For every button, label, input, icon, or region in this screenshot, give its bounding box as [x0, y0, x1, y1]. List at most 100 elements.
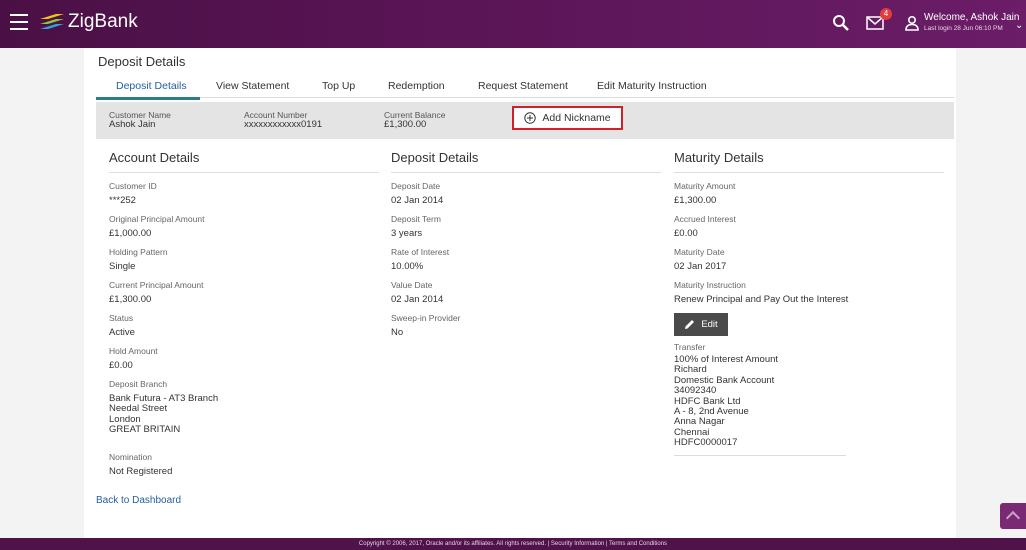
field-label: Maturity Amount: [674, 181, 736, 191]
field-label: Deposit Branch: [109, 379, 168, 389]
tab-edit-maturity-instruction[interactable]: Edit Maturity Instruction: [597, 80, 707, 92]
field-accrued-interest: Accrued Interest £0.00: [674, 214, 944, 240]
field-customer-id: Customer ID ***252: [109, 181, 379, 207]
address-line: Needal Street: [109, 403, 168, 415]
field-label: Original Principal Amount: [109, 214, 205, 224]
account-details-title: Account Details: [109, 150, 379, 173]
field-value: £1,300.00: [109, 294, 152, 305]
field-label: Rate of Interest: [391, 247, 450, 257]
field-value-date: Value Date 02 Jan 2014: [391, 280, 661, 306]
deposit-details-title: Deposit Details: [391, 150, 661, 173]
tab-view-statement[interactable]: View Statement: [216, 80, 289, 92]
field-label: Nomination: [109, 451, 152, 462]
field-deposit-branch: Deposit Branch Bank Futura - AT3 Branch …: [109, 379, 379, 436]
pencil-icon: [685, 320, 695, 329]
field-value: No: [391, 327, 404, 338]
maturity-details-section: Maturity Details Maturity Amount £1,300.…: [674, 150, 944, 456]
field-maturity-instruction: Maturity Instruction Renew Principal and…: [674, 280, 944, 306]
hamburger-menu-icon[interactable]: [10, 14, 28, 30]
account-details-section: Account Details Customer ID ***252 Origi…: [109, 150, 379, 485]
field-label: Holding Pattern: [109, 247, 168, 257]
customer-name-value: Ashok Jain: [109, 119, 156, 130]
field-nomination: Nomination Not Registered: [109, 452, 379, 478]
tab-redemption[interactable]: Redemption: [388, 80, 445, 92]
transfer-line: Anna Nagar: [674, 416, 725, 428]
field-value: 02 Jan 2014: [391, 195, 444, 206]
edit-button[interactable]: Edit: [674, 313, 728, 336]
page-title: Deposit Details: [98, 54, 186, 69]
field-label: Hold Amount: [109, 346, 158, 356]
field-value: ***252: [109, 195, 136, 206]
field-deposit-term: Deposit Term 3 years: [391, 214, 661, 240]
tab-deposit-details[interactable]: Deposit Details: [116, 80, 187, 92]
field-hold-amount: Hold Amount £0.00: [109, 346, 379, 372]
tab-request-statement[interactable]: Request Statement: [478, 80, 568, 92]
add-nickname-label: Add Nickname: [542, 112, 611, 124]
deposit-details-section: Deposit Details Deposit Date 02 Jan 2014…: [391, 150, 661, 346]
divider: [674, 454, 846, 456]
field-value: Not Registered: [109, 465, 173, 477]
field-value: Active: [109, 327, 135, 338]
top-header-bar: ZigBank 4 Welcome, Ashok Jain Last login…: [0, 0, 1026, 48]
field-label: Status: [109, 313, 134, 323]
tab-bar: Deposit Details View Statement Top Up Re…: [96, 76, 954, 98]
field-value: Renew Principal and Pay Out the Interest: [674, 294, 849, 305]
right-gutter: [956, 48, 1026, 538]
search-icon[interactable]: [832, 14, 850, 32]
last-login-text: Last login 28 Jun 06:10 PM: [924, 25, 1003, 32]
field-value: £1,000.00: [109, 228, 152, 239]
maturity-details-title: Maturity Details: [674, 150, 944, 173]
field-current-principal: Current Principal Amount £1,300.00: [109, 280, 379, 306]
tab-top-up[interactable]: Top Up: [322, 80, 355, 92]
field-rate-of-interest: Rate of Interest 10.00%: [391, 247, 661, 273]
address-line: GREAT BRITAIN: [109, 424, 181, 436]
edit-label: Edit: [701, 319, 718, 330]
field-value: £0.00: [109, 360, 133, 371]
field-label: Accrued Interest: [674, 214, 736, 224]
current-balance-value: £1,300.00: [384, 119, 427, 130]
transfer-line: 100% of Interest Amount: [674, 354, 779, 365]
footer: Copyright © 2006, 2017, Oracle and/or it…: [0, 538, 1026, 550]
notification-badge: 4: [880, 8, 892, 20]
field-value: £0.00: [674, 228, 698, 239]
field-deposit-date: Deposit Date 02 Jan 2014: [391, 181, 661, 207]
user-welcome[interactable]: Welcome, Ashok Jain Last login 28 Jun 06…: [924, 12, 1019, 34]
active-tab-indicator: [96, 97, 200, 100]
field-value: 02 Jan 2017: [674, 261, 727, 272]
zigbank-logo[interactable]: ZigBank: [38, 11, 138, 33]
app-name: ZigBank: [68, 11, 138, 32]
field-original-principal: Original Principal Amount £1,000.00: [109, 214, 379, 240]
field-label: Maturity Date: [674, 247, 725, 257]
field-label: Value Date: [391, 280, 433, 290]
scroll-to-top-button[interactable]: [1000, 503, 1026, 529]
zigbank-logo-icon: [40, 14, 64, 29]
account-number-value: xxxxxxxxxxxx0191: [244, 119, 323, 130]
field-value: 02 Jan 2014: [391, 294, 444, 305]
plus-circle-icon: [524, 112, 537, 124]
field-value: 3 years: [391, 228, 423, 239]
user-icon[interactable]: [904, 15, 920, 31]
field-sweep-in-provider: Sweep-in Provider No: [391, 313, 661, 339]
field-label: Customer ID: [109, 181, 157, 191]
field-label: Maturity Instruction: [674, 280, 746, 290]
field-holding-pattern: Holding Pattern Single: [109, 247, 379, 273]
transfer-line: HDFC0000017: [674, 437, 738, 449]
field-label: Deposit Date: [391, 181, 441, 191]
transfer-details: 100% of Interest Amount Richard Domestic…: [674, 354, 944, 449]
field-status: Status Active: [109, 313, 379, 339]
field-maturity-amount: Maturity Amount £1,300.00: [674, 181, 944, 207]
add-nickname-button[interactable]: Add Nickname: [512, 106, 623, 130]
welcome-text: Welcome, Ashok Jain: [924, 12, 1020, 23]
field-label: Transfer: [674, 342, 706, 352]
field-value: £1,300.00: [674, 195, 717, 206]
field-transfer: Transfer 100% of Interest Amount Richard…: [674, 342, 944, 456]
back-to-dashboard-link[interactable]: Back to Dashboard: [96, 495, 181, 506]
chevron-down-icon[interactable]: ⌄: [1015, 20, 1023, 31]
field-label: Deposit Term: [391, 214, 441, 224]
field-maturity-date: Maturity Date 02 Jan 2017: [674, 247, 944, 273]
field-label: Sweep-in Provider: [391, 313, 461, 323]
left-gutter: [0, 48, 84, 538]
field-label: Current Principal Amount: [109, 280, 204, 290]
field-value: Single: [109, 261, 136, 272]
branch-address: Bank Futura - AT3 Branch Needal Street L…: [109, 393, 379, 436]
